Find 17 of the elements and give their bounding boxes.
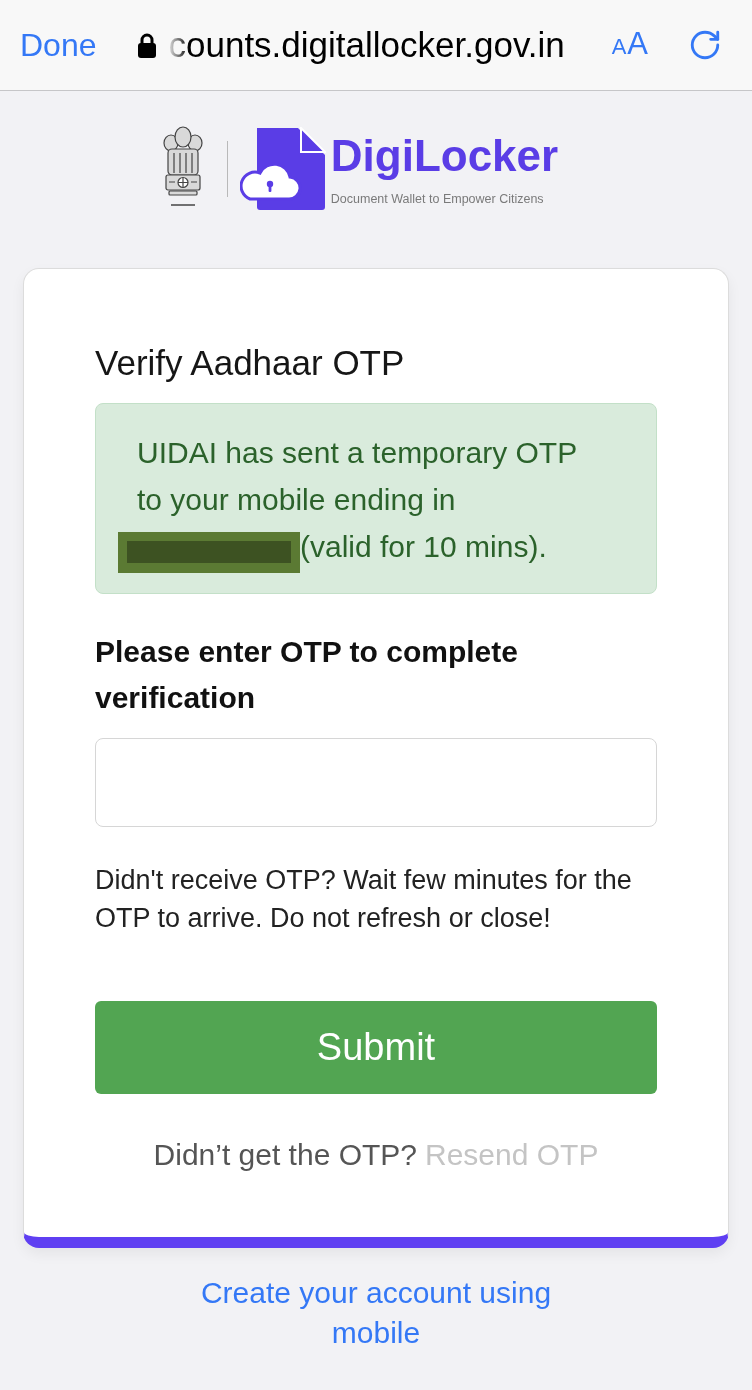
field-label: Please enter OTP to complete verification xyxy=(95,634,519,716)
reload-icon xyxy=(688,28,722,62)
help-text: Didn't receive OTP? Wait few minutes for the OTP to arrive. Do not refresh or close! xyxy=(95,864,633,935)
done-button[interactable]: Done xyxy=(20,25,97,65)
resend-prompt: Didn’t get the OTP? xyxy=(153,1137,417,1173)
reload-button[interactable] xyxy=(688,28,722,62)
text-size-button[interactable]: AA xyxy=(611,23,648,67)
brand-name: DigiLocker xyxy=(330,131,559,181)
document-cloud-logo-icon xyxy=(239,127,326,211)
create-account-link[interactable]: Create your account using mobile xyxy=(176,1273,576,1353)
brand-tagline: Document Wallet to Empower Citizens xyxy=(330,191,545,207)
submit-button[interactable]: Submit xyxy=(95,1001,657,1094)
alert-message: UIDAI has sent a temporary OTP to your mobile ending in xyxy=(137,435,578,518)
card-title: Verify Aadhaar OTP xyxy=(95,342,406,384)
otp-input[interactable] xyxy=(95,738,657,827)
alert-validity: (valid for 10 mins). xyxy=(300,529,547,565)
page-url[interactable]: counts.digitallocker.gov.in xyxy=(168,24,565,66)
